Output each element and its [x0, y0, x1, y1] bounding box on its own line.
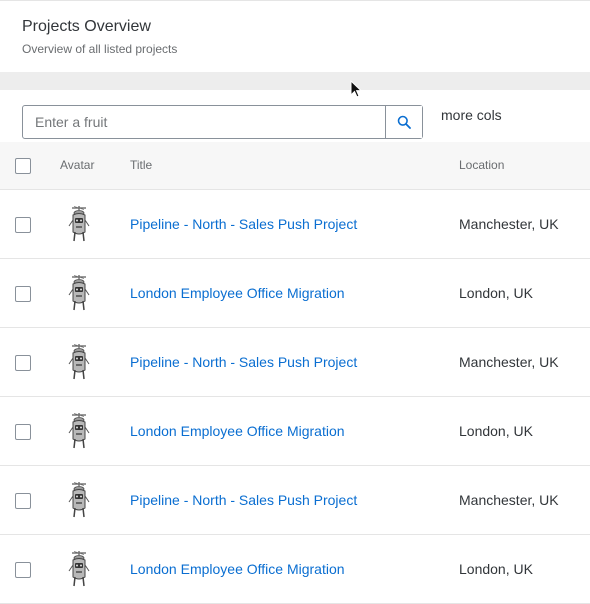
- row-checkbox[interactable]: [15, 493, 31, 509]
- table-row[interactable]: London Employee Office Migration London, …: [0, 397, 590, 466]
- project-title-link[interactable]: London Employee Office Migration: [130, 285, 345, 301]
- table-row[interactable]: Pipeline - North - Sales Push Project Man…: [0, 328, 590, 397]
- project-title-link[interactable]: London Employee Office Migration: [130, 561, 345, 577]
- search-input[interactable]: [23, 106, 387, 138]
- table-toolbar: more cols: [0, 90, 590, 142]
- project-title-link[interactable]: Pipeline - North - Sales Push Project: [130, 492, 357, 508]
- page-subtitle: Overview of all listed projects: [22, 42, 178, 56]
- project-title-link[interactable]: London Employee Office Migration: [130, 423, 345, 439]
- row-checkbox[interactable]: [15, 424, 31, 440]
- robot-avatar-icon: [66, 206, 92, 242]
- row-checkbox[interactable]: [15, 217, 31, 233]
- column-header-location[interactable]: Location: [459, 158, 504, 172]
- table-header: Avatar Title Location: [0, 142, 590, 190]
- robot-avatar-icon: [66, 275, 92, 311]
- select-all-checkbox[interactable]: [15, 158, 31, 174]
- project-location: Manchester, UK: [459, 216, 559, 232]
- table-row[interactable]: London Employee Office Migration London, …: [0, 259, 590, 328]
- search-icon: [397, 115, 411, 129]
- project-location: Manchester, UK: [459, 354, 559, 370]
- more-cols-link[interactable]: more cols: [441, 107, 502, 123]
- project-title-link[interactable]: Pipeline - North - Sales Push Project: [130, 354, 357, 370]
- mouse-cursor-icon: [350, 80, 363, 98]
- search-field: [22, 105, 423, 139]
- project-location: London, UK: [459, 423, 533, 439]
- row-checkbox[interactable]: [15, 355, 31, 371]
- column-header-avatar[interactable]: Avatar: [60, 158, 94, 172]
- page-header: Projects Overview Overview of all listed…: [0, 1, 590, 72]
- project-title-link[interactable]: Pipeline - North - Sales Push Project: [130, 216, 357, 232]
- robot-avatar-icon: [66, 344, 92, 380]
- row-checkbox[interactable]: [15, 286, 31, 302]
- page-title: Projects Overview: [22, 18, 151, 35]
- robot-avatar-icon: [66, 482, 92, 518]
- header-separator-band: [0, 72, 590, 90]
- table-row[interactable]: Pipeline - North - Sales Push Project Man…: [0, 466, 590, 535]
- project-location: London, UK: [459, 285, 533, 301]
- search-button[interactable]: [385, 106, 422, 138]
- project-location: Manchester, UK: [459, 492, 559, 508]
- row-checkbox[interactable]: [15, 562, 31, 578]
- project-location: London, UK: [459, 561, 533, 577]
- table-row[interactable]: London Employee Office Migration London, …: [0, 535, 590, 604]
- table-row[interactable]: Pipeline - North - Sales Push Project Man…: [0, 190, 590, 259]
- robot-avatar-icon: [66, 551, 92, 587]
- column-header-title[interactable]: Title: [130, 158, 152, 172]
- robot-avatar-icon: [66, 413, 92, 449]
